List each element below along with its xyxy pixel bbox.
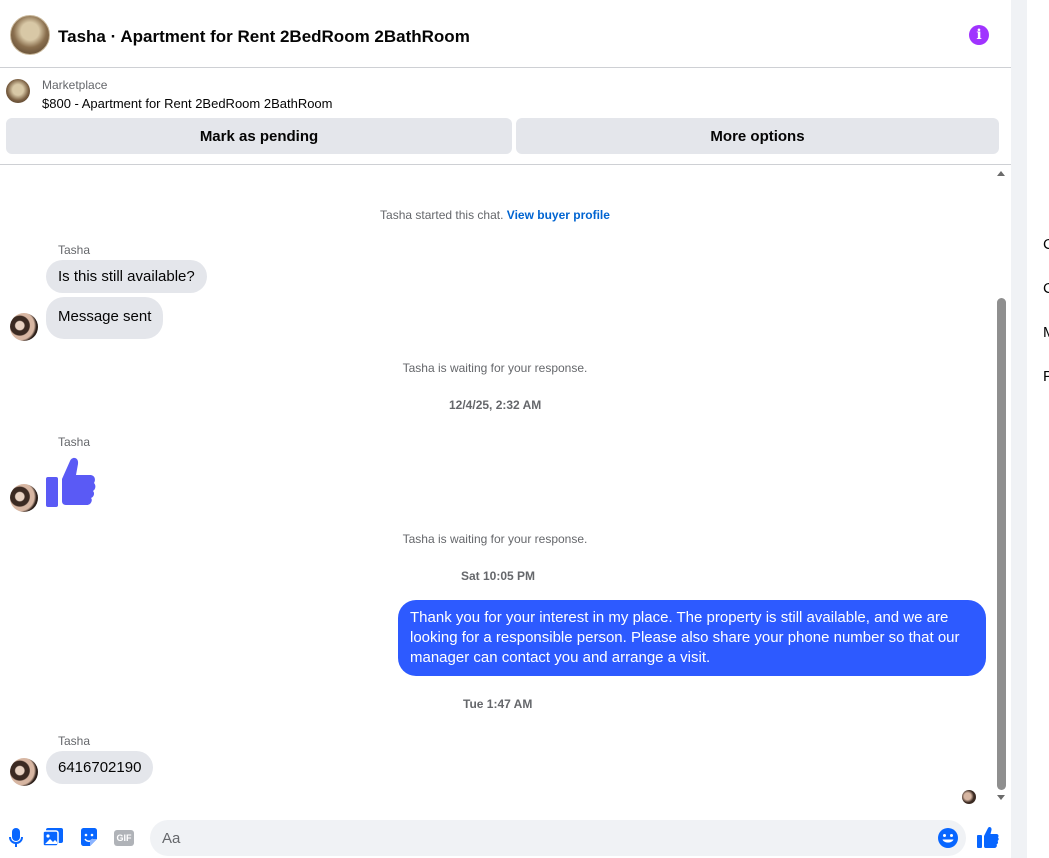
scroll-up-arrow[interactable] bbox=[997, 171, 1005, 176]
gif-icon[interactable]: GIF bbox=[114, 830, 134, 846]
incoming-message[interactable]: Message sent bbox=[46, 297, 164, 339]
right-side-panel: C C M P bbox=[1027, 0, 1049, 858]
like-icon[interactable] bbox=[977, 826, 999, 848]
thumbs-up-sticker-icon[interactable] bbox=[46, 455, 96, 507]
message-input-box[interactable] bbox=[150, 820, 966, 856]
marketplace-listing-bar: Marketplace $800 - Apartment for Rent 2B… bbox=[0, 69, 1011, 165]
waiting-notice: Tasha is waiting for your response. bbox=[402, 361, 588, 375]
panel-item-letter[interactable]: P bbox=[1043, 368, 1049, 385]
message-input[interactable] bbox=[162, 820, 922, 856]
chat-window: Tasha · Apartment for Rent 2BedRoom 2Bat… bbox=[0, 0, 1011, 858]
chat-started-notice: Tasha started this chat. View buyer prof… bbox=[0, 208, 990, 222]
microphone-icon[interactable] bbox=[9, 828, 23, 848]
listing-thumbnail[interactable] bbox=[6, 79, 30, 103]
chat-started-text: Tasha started this chat. bbox=[380, 208, 507, 222]
more-options-button[interactable]: More options bbox=[516, 118, 999, 154]
listing-title[interactable]: $800 - Apartment for Rent 2BedRoom 2Bath… bbox=[42, 96, 333, 111]
chat-header: Tasha · Apartment for Rent 2BedRoom 2Bat… bbox=[0, 0, 1011, 68]
message-composer: GIF bbox=[0, 806, 1011, 858]
photo-icon[interactable] bbox=[43, 828, 63, 846]
mark-as-pending-button[interactable]: Mark as pending bbox=[6, 118, 512, 154]
sticker-icon[interactable] bbox=[79, 828, 99, 848]
incoming-message[interactable]: Is this still available? bbox=[46, 260, 207, 293]
view-buyer-profile-link[interactable]: View buyer profile bbox=[507, 208, 610, 222]
conversation-title[interactable]: Tasha · Apartment for Rent 2BedRoom 2Bat… bbox=[58, 27, 470, 47]
message-timestamp: Sat 10:05 PM bbox=[461, 569, 536, 583]
sender-name: Tasha bbox=[58, 243, 91, 257]
scroll-down-arrow[interactable] bbox=[997, 795, 1005, 800]
message-timestamp: 12/4/25, 2:32 AM bbox=[449, 398, 542, 412]
incoming-message[interactable]: 6416702190 bbox=[46, 751, 154, 784]
panel-item-letter[interactable]: C bbox=[1043, 280, 1049, 297]
emoji-icon[interactable] bbox=[938, 828, 958, 848]
conversation-avatar[interactable] bbox=[10, 15, 50, 55]
panel-item-letter[interactable]: M bbox=[1043, 324, 1049, 341]
waiting-notice: Tasha is waiting for your response. bbox=[402, 532, 588, 546]
sender-avatar[interactable] bbox=[10, 484, 38, 512]
message-timestamp: Tue 1:47 AM bbox=[463, 697, 533, 711]
scrollbar-thumb[interactable] bbox=[997, 298, 1006, 790]
marketplace-label: Marketplace bbox=[42, 78, 108, 92]
message-list[interactable]: Tasha started this chat. View buyer prof… bbox=[0, 166, 1011, 806]
sender-avatar[interactable] bbox=[10, 758, 38, 786]
seen-receipt-avatar bbox=[962, 790, 976, 804]
info-icon[interactable]: i bbox=[969, 25, 989, 45]
outgoing-message[interactable]: Thank you for your interest in my place.… bbox=[398, 600, 986, 676]
sender-avatar[interactable] bbox=[10, 313, 38, 341]
panel-item-letter[interactable]: C bbox=[1043, 236, 1049, 253]
sender-name: Tasha bbox=[58, 435, 91, 449]
sender-name: Tasha bbox=[58, 734, 91, 748]
